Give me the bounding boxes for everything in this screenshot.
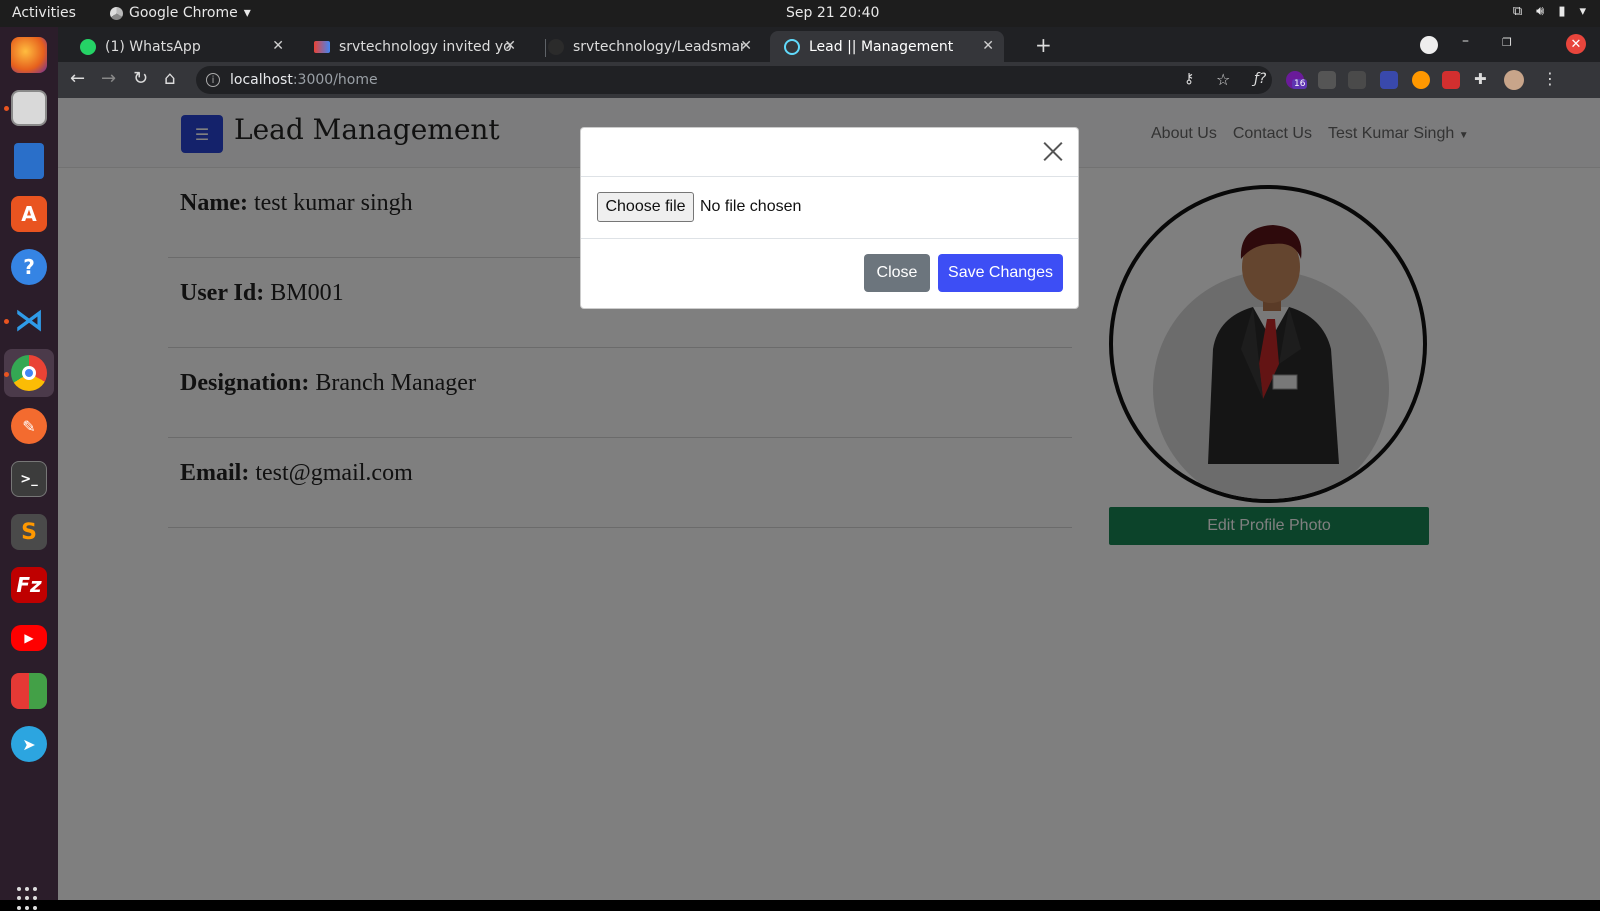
- tab-title: (1) WhatsApp: [105, 38, 201, 55]
- extension-icon[interactable]: [1442, 71, 1460, 89]
- url-path: :3000/home: [292, 72, 378, 88]
- extension-icon[interactable]: [1318, 71, 1336, 89]
- tab-search-icon[interactable]: [1420, 36, 1438, 54]
- app-icon[interactable]: [11, 673, 47, 709]
- minimize-icon[interactable]: –: [1462, 33, 1469, 49]
- tab-lead-management[interactable]: Lead || Management ✕: [770, 31, 1004, 62]
- app-menu[interactable]: Google Chrome ▾: [110, 5, 251, 21]
- volume-icon: 🔊︎: [1536, 4, 1545, 19]
- youtube-icon[interactable]: ▶: [11, 625, 47, 651]
- help-icon[interactable]: ?: [11, 249, 47, 285]
- gmail-icon: [314, 40, 330, 53]
- window-close-icon[interactable]: ✕: [1566, 34, 1586, 54]
- activities-button[interactable]: Activities: [12, 5, 76, 21]
- extension-badge: 16: [1292, 79, 1308, 89]
- running-indicator: [4, 319, 9, 324]
- vscode-icon[interactable]: ⋊: [11, 302, 47, 338]
- chrome-icon: [110, 6, 123, 20]
- forward-icon[interactable]: →: [101, 68, 116, 89]
- caret-down-icon: ▾: [243, 5, 251, 21]
- github-icon: [548, 38, 564, 55]
- extension-icon[interactable]: 16: [1286, 71, 1308, 89]
- inkscape-icon[interactable]: ✎: [11, 408, 47, 444]
- key-icon[interactable]: ⚷: [1184, 71, 1194, 87]
- filezilla-icon[interactable]: Fz: [11, 567, 47, 603]
- upload-photo-modal: Choose file No file chosen Close Save Ch…: [580, 127, 1079, 309]
- firefox-icon[interactable]: [11, 37, 47, 73]
- tab-title: srvtechnology/Leadsman: [573, 38, 745, 55]
- sublime-icon[interactable]: S: [11, 514, 47, 550]
- file-status: No file chosen: [700, 198, 802, 215]
- tab-strip: (1) WhatsApp ✕ srvtechnology invited you…: [58, 27, 1600, 62]
- choose-file-button[interactable]: Choose file: [597, 192, 694, 222]
- terminal-icon[interactable]: >_: [11, 461, 47, 497]
- browser-window: (1) WhatsApp ✕ srvtechnology invited you…: [58, 27, 1600, 900]
- close-icon[interactable]: ✕: [740, 38, 752, 54]
- chrome-icon[interactable]: [11, 355, 47, 391]
- tab-whatsapp[interactable]: (1) WhatsApp ✕: [66, 31, 294, 62]
- menu-kebab-icon[interactable]: ⋮: [1542, 69, 1558, 88]
- formula-extension-icon[interactable]: ƒ?: [1254, 71, 1266, 87]
- show-applications-icon[interactable]: [17, 887, 41, 911]
- system-tray[interactable]: ⧉ 🔊︎ ▮ ▾: [1513, 4, 1586, 19]
- url-host: localhost: [230, 72, 293, 88]
- tab-title: srvtechnology invited you: [339, 38, 511, 55]
- site-info-icon[interactable]: i: [206, 73, 220, 87]
- network-icon: ⧉: [1512, 4, 1523, 19]
- save-changes-button[interactable]: Save Changes: [938, 254, 1063, 292]
- extension-icon[interactable]: [1380, 71, 1398, 89]
- close-icon[interactable]: ✕: [504, 38, 516, 54]
- extension-icon[interactable]: [1348, 71, 1366, 89]
- software-store-icon[interactable]: A: [11, 196, 47, 232]
- tab-gmail[interactable]: srvtechnology invited you ✕: [300, 31, 526, 62]
- close-button[interactable]: Close: [864, 254, 930, 292]
- running-indicator: [4, 372, 9, 377]
- dock: A ? ⋊ ✎ >_ S Fz ▶ ➤: [0, 27, 58, 910]
- tab-title: Lead || Management: [809, 38, 954, 55]
- running-indicator: [4, 106, 9, 111]
- extension-icon[interactable]: [1412, 71, 1430, 89]
- close-icon[interactable]: ✕: [982, 38, 994, 54]
- bookmark-star-icon[interactable]: ☆: [1216, 70, 1230, 89]
- page-viewport: ☰ Lead Management About Us Contact Us Te…: [58, 98, 1600, 900]
- tab-github[interactable]: srvtechnology/Leadsman ✕: [534, 31, 762, 62]
- writer-icon[interactable]: [14, 143, 44, 179]
- browser-toolbar: ← → ↻ ⌂ i localhost:3000/home ⚷ ☆ ƒ? 16 …: [58, 62, 1600, 98]
- chevron-down-icon: ▾: [1579, 4, 1586, 19]
- files-icon[interactable]: [11, 90, 47, 126]
- close-icon[interactable]: [1042, 140, 1064, 162]
- battery-icon: ▮: [1558, 4, 1566, 19]
- address-bar[interactable]: i localhost:3000/home: [196, 66, 1272, 94]
- telegram-icon[interactable]: ➤: [11, 726, 47, 762]
- new-tab-icon[interactable]: +: [1035, 33, 1052, 57]
- modal-body: Choose file No file chosen: [581, 177, 1078, 239]
- app-menu-label: Google Chrome: [129, 5, 238, 21]
- extensions-puzzle-icon[interactable]: ✚: [1474, 70, 1487, 88]
- close-icon[interactable]: ✕: [272, 38, 284, 54]
- whatsapp-icon: [80, 38, 96, 55]
- home-icon[interactable]: ⌂: [164, 68, 175, 89]
- restore-icon[interactable]: ❐: [1502, 36, 1512, 49]
- profile-avatar-icon[interactable]: [1504, 70, 1524, 90]
- react-icon: [784, 38, 800, 55]
- modal-header: [581, 128, 1078, 177]
- system-top-bar: Activities Google Chrome ▾ Sep 21 20:40 …: [0, 0, 1600, 27]
- clock[interactable]: Sep 21 20:40: [786, 5, 879, 21]
- reload-icon[interactable]: ↻: [133, 68, 148, 89]
- back-icon[interactable]: ←: [70, 68, 85, 89]
